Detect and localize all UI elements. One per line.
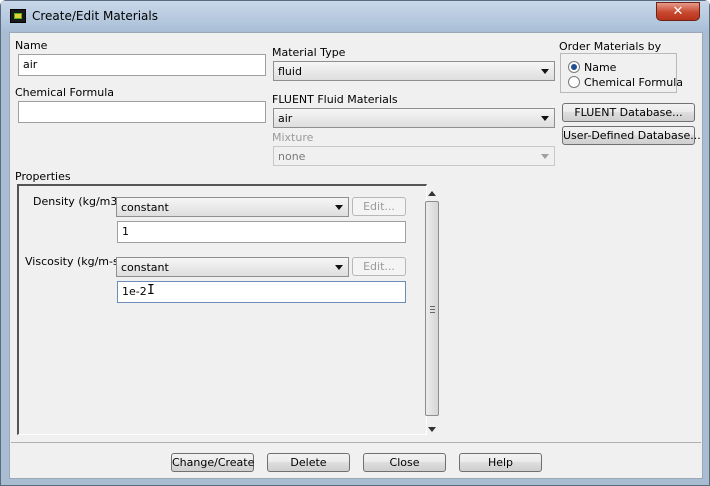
order-by-group: Name Chemical Formula — [560, 53, 683, 93]
grip-icon — [430, 306, 435, 313]
order-by-formula-radio[interactable] — [568, 76, 580, 88]
dialog-body: Name air Chemical Formula Material Type … — [9, 32, 703, 479]
close-button[interactable]: Close — [363, 453, 446, 472]
density-method-value: constant — [121, 201, 169, 214]
order-by-name-label: Name — [584, 61, 617, 74]
title-bar[interactable]: Create/Edit Materials ✕ — [1, 1, 709, 31]
density-edit-button: Edit... — [352, 197, 406, 216]
density-label: Density (kg/m3) — [33, 195, 122, 208]
density-value-field[interactable]: 1 — [117, 221, 406, 243]
fluent-app-icon — [10, 9, 26, 23]
scroll-up-icon[interactable] — [428, 191, 436, 196]
material-type-dropdown[interactable]: fluid — [273, 61, 555, 81]
close-icon[interactable]: ✕ — [656, 2, 700, 21]
scrollbar-thumb[interactable] — [425, 201, 439, 416]
fluent-fluid-materials-value: air — [278, 112, 293, 125]
text-cursor-icon: I — [147, 283, 155, 298]
fluent-fluid-materials-dropdown[interactable]: air — [273, 108, 555, 128]
order-by-formula-label: Chemical Formula — [584, 76, 684, 89]
material-type-value: fluid — [278, 65, 302, 78]
name-label: Name — [15, 39, 48, 52]
create-edit-materials-window: Create/Edit Materials ✕ Name air Chemica… — [0, 0, 710, 486]
chevron-down-icon — [541, 69, 549, 74]
delete-button[interactable]: Delete — [267, 453, 350, 472]
chemical-formula-label: Chemical Formula — [15, 86, 115, 99]
mixture-dropdown: none — [273, 146, 555, 166]
footer-divider — [11, 442, 701, 443]
chevron-down-icon — [335, 205, 343, 210]
viscosity-value-field[interactable]: 1e-2 — [117, 281, 406, 303]
viscosity-method-dropdown[interactable]: constant — [116, 257, 349, 277]
help-button[interactable]: Help — [459, 453, 542, 472]
fluent-fluid-materials-label: FLUENT Fluid Materials — [272, 93, 398, 106]
name-field[interactable]: air — [18, 54, 266, 76]
viscosity-method-value: constant — [121, 261, 169, 274]
chemical-formula-field[interactable] — [18, 101, 266, 123]
change-create-button[interactable]: Change/Create — [171, 453, 254, 472]
user-defined-database-button[interactable]: User-Defined Database... — [562, 126, 701, 145]
mixture-label: Mixture — [272, 131, 314, 144]
viscosity-edit-button: Edit... — [352, 257, 406, 276]
viscosity-label: Viscosity (kg/m-s) — [25, 255, 124, 268]
window-title: Create/Edit Materials — [32, 9, 158, 23]
material-type-label: Material Type — [272, 46, 346, 59]
properties-label: Properties — [15, 170, 71, 183]
mixture-value: none — [278, 150, 306, 163]
order-by-label: Order Materials by — [559, 40, 662, 53]
scroll-down-icon[interactable] — [428, 427, 436, 432]
order-by-name-radio[interactable] — [568, 61, 580, 73]
fluent-database-button[interactable]: FLUENT Database... — [562, 103, 695, 122]
properties-scrollbar[interactable] — [425, 188, 440, 435]
density-method-dropdown[interactable]: constant — [116, 197, 349, 217]
chevron-down-icon — [541, 154, 549, 159]
chevron-down-icon — [541, 116, 549, 121]
chevron-down-icon — [335, 265, 343, 270]
